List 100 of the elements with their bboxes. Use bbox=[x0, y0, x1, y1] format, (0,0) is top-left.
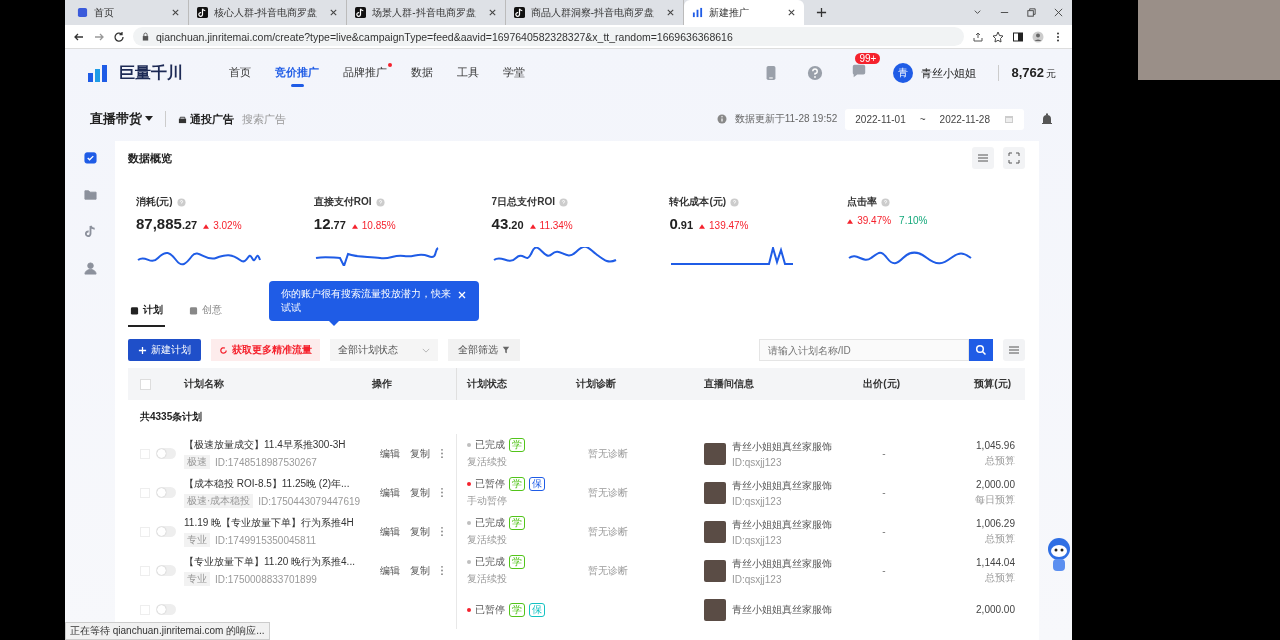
close-icon[interactable] bbox=[666, 8, 676, 17]
address-field[interactable]: qianchuan.jinritemai.com/create?type=live&campaignType=feed&aavid=1697640582328327&x_tt_random=1669636368616 bbox=[133, 27, 964, 46]
toggle-switch[interactable] bbox=[156, 448, 176, 459]
music-note-icon[interactable] bbox=[83, 225, 97, 238]
nav-tab[interactable]: 学堂 bbox=[501, 58, 531, 88]
view-tab[interactable]: 创意 bbox=[187, 295, 224, 327]
action-link[interactable]: 复制 bbox=[410, 446, 430, 461]
sidebar-icon[interactable] bbox=[1012, 30, 1024, 43]
search-icon bbox=[975, 344, 987, 356]
nav-tab[interactable]: 数据 bbox=[409, 58, 439, 88]
close-icon[interactable] bbox=[171, 8, 180, 17]
plan-name[interactable]: 【成本稳投 ROI-8.5】11.25晚 (2)年... bbox=[184, 477, 372, 491]
room-id: ID:qsxjj123 bbox=[732, 495, 783, 507]
browser-status-bar: 正在等待 qianchuan.jinritemai.com 的响应... bbox=[65, 622, 270, 640]
new-plan-button[interactable]: 新建计划 bbox=[128, 339, 201, 361]
column-header: 出价(元) bbox=[862, 377, 901, 391]
bid-value: - bbox=[882, 448, 886, 459]
close-icon[interactable] bbox=[329, 8, 339, 17]
action-link[interactable]: 编辑 bbox=[380, 563, 400, 578]
action-link[interactable]: 复制 bbox=[410, 524, 430, 539]
toggle-switch[interactable] bbox=[156, 565, 176, 576]
view-tab[interactable]: 计划 bbox=[128, 295, 165, 327]
toggle-switch[interactable] bbox=[156, 526, 176, 537]
bell-icon[interactable] bbox=[1040, 112, 1054, 126]
status-text: 已暂停 bbox=[475, 477, 505, 491]
calendar-check-icon[interactable] bbox=[83, 151, 97, 164]
reload-icon[interactable] bbox=[113, 30, 125, 43]
traffic-link-button[interactable]: 获取更多精准流量 bbox=[211, 339, 320, 361]
close-icon[interactable] bbox=[1053, 7, 1064, 18]
sliders-icon[interactable] bbox=[972, 147, 994, 169]
search-field[interactable]: 请输入计划名称/ID bbox=[759, 339, 969, 361]
nav-tab[interactable]: 竞价推广 bbox=[273, 58, 325, 88]
budget-value: 2,000.00 bbox=[976, 478, 1015, 490]
filter-button[interactable]: 全部筛选 bbox=[448, 339, 520, 361]
ad-type-tab[interactable]: 通投广告 bbox=[178, 111, 234, 127]
browser-tab[interactable]: 核心人群-抖音电商罗盘 bbox=[189, 0, 348, 25]
help-icon[interactable] bbox=[558, 197, 568, 207]
help-icon[interactable] bbox=[176, 197, 186, 207]
select-all-checkbox[interactable] bbox=[140, 378, 151, 390]
message-icon[interactable] bbox=[851, 63, 868, 79]
nav-tab[interactable]: 首页 bbox=[227, 58, 257, 88]
column-header: 预算(元) bbox=[973, 377, 1012, 391]
search-button[interactable] bbox=[969, 339, 993, 361]
change-text: 39.47% bbox=[857, 215, 892, 226]
badge: 学 bbox=[509, 602, 525, 617]
bid-value: - bbox=[882, 565, 886, 576]
star-icon[interactable] bbox=[992, 30, 1004, 43]
plan-name[interactable]: 11.19 晚【专业放量下单】行为系推4H bbox=[184, 516, 372, 530]
metric-value: 43.20 bbox=[491, 215, 524, 232]
status-text: 已完成 bbox=[475, 555, 505, 569]
share-icon[interactable] bbox=[972, 30, 984, 43]
photo-placeholder bbox=[704, 559, 726, 582]
photo-placeholder bbox=[704, 520, 726, 543]
help-icon[interactable] bbox=[881, 197, 891, 207]
action-link[interactable]: 复制 bbox=[410, 485, 430, 500]
action-link[interactable]: 编辑 bbox=[380, 446, 400, 461]
photo-placeholder bbox=[704, 481, 726, 504]
action-link[interactable]: 编辑 bbox=[380, 485, 400, 500]
help-icon[interactable] bbox=[807, 65, 824, 81]
nav-tab[interactable]: 品牌推广 bbox=[341, 58, 393, 88]
account-balance: 8,762元 bbox=[998, 65, 1056, 81]
date-range-field[interactable]: 2022-11-01 ~ 2022-11-28 bbox=[845, 108, 1024, 130]
status-dropdown[interactable]: 全部计划状态 bbox=[330, 339, 438, 361]
profile-icon[interactable] bbox=[1032, 30, 1044, 43]
browser-tab[interactable]: 新建推广 bbox=[684, 0, 805, 25]
plan-name[interactable]: 【极速放量成交】11.4早系推300-3H bbox=[184, 438, 372, 452]
column-header: 直播间信息 bbox=[704, 377, 755, 391]
fullscreen-icon[interactable] bbox=[1003, 147, 1025, 169]
help-icon[interactable] bbox=[730, 197, 740, 207]
budget-type-text: 总预算 bbox=[985, 570, 1015, 585]
sliders-icon[interactable] bbox=[1003, 339, 1025, 361]
nav-tab[interactable]: 工具 bbox=[455, 58, 485, 88]
plan-id: ID:1750443079447619 bbox=[258, 495, 361, 507]
budget-value: 1,006.29 bbox=[976, 517, 1015, 529]
mode-dropdown[interactable]: 直播带货 bbox=[90, 110, 153, 128]
budget-value: 1,144.04 bbox=[976, 556, 1015, 568]
metric-label: 消耗(元) bbox=[136, 195, 173, 209]
up-triangle-icon bbox=[847, 219, 854, 224]
action-link[interactable]: 编辑 bbox=[380, 524, 400, 539]
robot-mascot-icon[interactable] bbox=[1046, 537, 1072, 573]
help-icon[interactable] bbox=[375, 197, 385, 207]
toggle-switch[interactable] bbox=[156, 487, 176, 498]
avatar[interactable]: 青 bbox=[893, 63, 914, 83]
toggle-switch[interactable] bbox=[156, 604, 176, 615]
browser-tab[interactable]: 场景人群-抖音电商罗盘 bbox=[347, 0, 506, 25]
user-name[interactable]: 青丝小姐姐 bbox=[921, 65, 977, 81]
up-triangle-icon bbox=[203, 224, 210, 229]
action-link[interactable]: 复制 bbox=[410, 563, 430, 578]
close-icon[interactable] bbox=[787, 8, 797, 17]
lock-icon bbox=[141, 32, 150, 41]
plan-name[interactable]: 【专业放量下单】11.20 晚行为系推4... bbox=[184, 555, 372, 569]
person-icon[interactable] bbox=[83, 262, 97, 275]
close-icon[interactable] bbox=[487, 8, 497, 17]
status-text: 已完成 bbox=[475, 516, 505, 530]
restore-icon[interactable] bbox=[1026, 7, 1037, 18]
metric-value: 87,885.27 bbox=[136, 215, 198, 232]
browser-tab[interactable]: 首页 bbox=[69, 0, 189, 25]
folder-icon[interactable] bbox=[83, 188, 97, 201]
photo-placeholder bbox=[704, 442, 726, 465]
new-tab-icon[interactable] bbox=[816, 7, 828, 18]
